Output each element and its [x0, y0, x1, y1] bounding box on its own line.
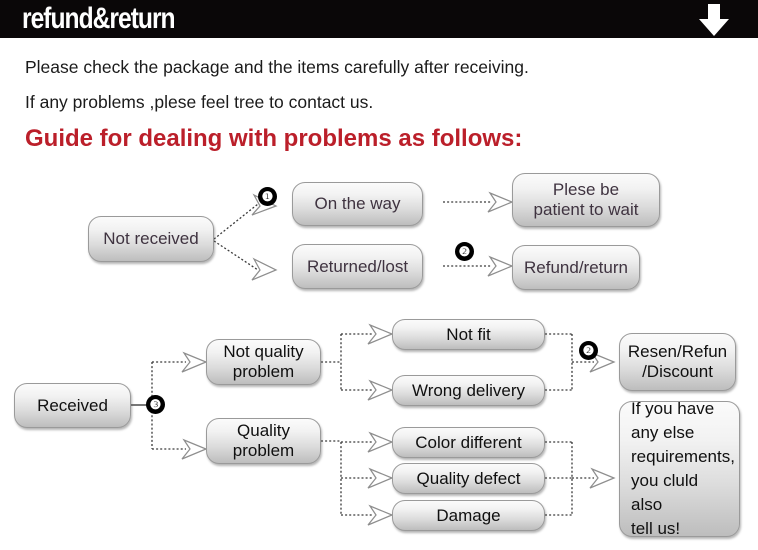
node-please-be-patient[interactable]: Plese be patient to wait: [512, 173, 660, 227]
node-on-the-way[interactable]: On the way: [292, 182, 423, 226]
node-label: On the way: [314, 194, 401, 213]
node-refund-return[interactable]: Refund/return: [512, 245, 640, 290]
node-label: Quality problem: [232, 421, 295, 460]
node-label: If you have any else requirements, you c…: [631, 399, 735, 538]
node-quality-defect[interactable]: Quality defect: [392, 463, 545, 494]
node-not-fit[interactable]: Not fit: [392, 319, 545, 350]
node-label: Returned/lost: [306, 256, 409, 276]
node-damage[interactable]: Damage: [392, 500, 545, 531]
node-label: Not received: [103, 229, 199, 248]
node-label: Damage: [436, 505, 501, 525]
step-badge-3: ❸: [146, 395, 165, 414]
header-banner: refund&return: [0, 0, 758, 38]
node-wrong-delivery[interactable]: Wrong delivery: [392, 375, 545, 406]
node-label: Received: [37, 395, 108, 415]
node-label: Plese be patient to wait: [533, 180, 639, 219]
node-received[interactable]: Received: [14, 383, 131, 428]
node-label: Resen/Refun /Discount: [627, 342, 728, 381]
node-label: Refund/return: [524, 257, 628, 277]
node-label: Color different: [415, 432, 522, 452]
node-label: Wrong delivery: [411, 380, 526, 400]
node-label: Quality defect: [416, 468, 521, 488]
node-label: Not fit: [446, 324, 491, 344]
node-color-different[interactable]: Color different: [392, 427, 545, 458]
guide-heading: Guide for dealing with problems as follo…: [25, 125, 523, 152]
step-badge-1: ❶: [258, 187, 277, 206]
refund-return-infographic: refund&return Please check the package a…: [0, 0, 758, 550]
node-not-received[interactable]: Not received: [88, 216, 214, 262]
page-title: refund&return: [22, 2, 176, 35]
arrow-down-icon: [699, 4, 729, 36]
node-returned-lost[interactable]: Returned/lost: [292, 244, 423, 289]
node-not-quality-problem[interactable]: Not quality problem: [206, 339, 321, 385]
node-any-else-requirements[interactable]: If you have any else requirements, you c…: [619, 399, 740, 538]
intro-line-2: If any problems ,plese feel tree to cont…: [25, 92, 374, 112]
node-label: Not quality problem: [223, 342, 304, 381]
step-badge-2-bottom: ❷: [579, 341, 598, 360]
node-quality-problem[interactable]: Quality problem: [206, 418, 321, 464]
node-resend-refund-discount[interactable]: Resen/Refun /Discount: [619, 333, 736, 391]
step-badge-2-top: ❷: [455, 242, 474, 261]
intro-line-1: Please check the package and the items c…: [25, 57, 529, 77]
